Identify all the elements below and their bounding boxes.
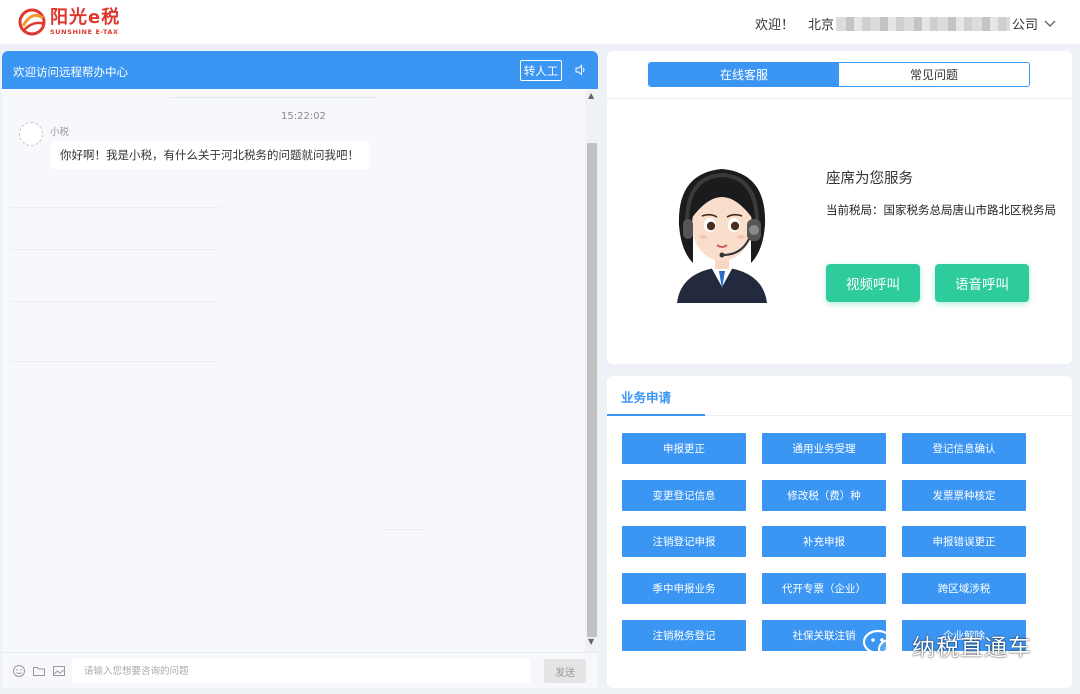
business-button[interactable]: 注销税务登记 (622, 620, 746, 651)
scroll-thumb[interactable] (587, 143, 597, 637)
scroll-down-icon[interactable]: ▼ (588, 637, 594, 646)
business-button[interactable]: 通用业务受理 (762, 433, 886, 464)
scroll-up-icon[interactable]: ▲ (588, 91, 594, 100)
business-button[interactable]: 注销登记申报 (622, 526, 746, 557)
business-button[interactable]: 季中申报业务 (622, 573, 746, 604)
chat-scrollbar[interactable]: ▲ ▼ (585, 89, 598, 652)
service-tabs: 在线客服 常见问题 (648, 62, 1030, 87)
image-icon[interactable] (52, 664, 66, 678)
divider (10, 207, 220, 208)
business-title: 业务申请 (621, 390, 672, 405)
customer-service-agent-illustration (677, 169, 767, 303)
business-button[interactable]: 申报错误更正 (902, 526, 1026, 557)
business-button[interactable]: 变更登记信息 (622, 480, 746, 511)
divider (10, 301, 220, 302)
wechat-icon (862, 629, 902, 661)
chat-input-bar: 发送 (2, 652, 598, 688)
chat-title: 欢迎访问远程帮办中心 (13, 65, 128, 79)
service-title: 座席为您服务 (826, 171, 913, 187)
active-tab-underline (607, 414, 705, 416)
logo-text-en: SUNSHINE E-TAX (50, 27, 119, 36)
business-button[interactable]: 跨区域涉税 (902, 573, 1026, 604)
business-button[interactable]: 修改税（费）种 (762, 480, 886, 511)
bot-avatar (19, 122, 43, 146)
divider (10, 249, 220, 250)
business-button[interactable]: 登记信息确认 (902, 433, 1026, 464)
logo-swirl-icon (18, 8, 46, 36)
chat-messages: 15:22:02 小税 你好啊！我是小税，有什么关于河北税务的问题就问我吧！ ▲… (2, 89, 598, 652)
divider (607, 98, 1072, 99)
business-button[interactable]: 代开专票（企业） (762, 573, 886, 604)
business-button[interactable]: 补充申报 (762, 526, 886, 557)
wechat-watermark: 纳税直通车 (862, 628, 1032, 662)
chat-header: 欢迎访问远程帮办中心 转人工 (2, 51, 598, 89)
redacted-company-name (836, 16, 1011, 31)
logo: 阳光e税 SUNSHINE E-TAX (16, 6, 120, 38)
company-suffix: 公司 (1012, 18, 1039, 33)
online-service-panel: 在线客服 常见问题 座席为您服务 当前税局：国家税务总局唐山市路北区税务局 视频… (607, 51, 1072, 364)
message-timestamp: 15:22:02 (281, 111, 326, 122)
business-button[interactable]: 申报更正 (622, 433, 746, 464)
divider (10, 361, 220, 362)
welcome-text: 欢迎！ (755, 18, 795, 33)
company-prefix: 北京 (808, 18, 835, 33)
current-tax-bureau: 当前税局：国家税务总局唐山市路北区税务局 (826, 203, 1056, 217)
transfer-to-human-button[interactable]: 转人工 (520, 60, 562, 81)
chat-panel: 欢迎访问远程帮办中心 转人工 15:22:02 小税 你好啊！我是小税，有什么关… (2, 51, 598, 688)
divider (170, 97, 378, 98)
emoji-icon[interactable] (12, 664, 26, 678)
tab-faq[interactable]: 常见问题 (839, 63, 1029, 86)
divider (380, 529, 424, 530)
watermark-text: 纳税直通车 (912, 635, 1032, 661)
speaker-icon[interactable] (575, 64, 587, 76)
sender-name: 小税 (50, 127, 70, 138)
top-header: 阳光e税 SUNSHINE E-TAX 欢迎！ 北京 公司 (0, 0, 1080, 44)
video-call-button[interactable]: 视频呼叫 (826, 264, 920, 302)
chat-message-input[interactable] (72, 659, 530, 683)
send-button[interactable]: 发送 (544, 659, 586, 683)
message-bubble: 你好啊！我是小税，有什么关于河北税务的问题就问我吧！ (50, 141, 369, 169)
voice-call-button[interactable]: 语音呼叫 (935, 264, 1029, 302)
logo-text-cn: 阳光e税 (50, 6, 121, 28)
folder-icon[interactable] (32, 664, 46, 678)
company-selector[interactable]: 北京 公司 (808, 14, 1056, 33)
chevron-down-icon[interactable] (1044, 20, 1056, 28)
business-button[interactable]: 发票票种核定 (902, 480, 1026, 511)
tab-online-service[interactable]: 在线客服 (649, 63, 839, 86)
